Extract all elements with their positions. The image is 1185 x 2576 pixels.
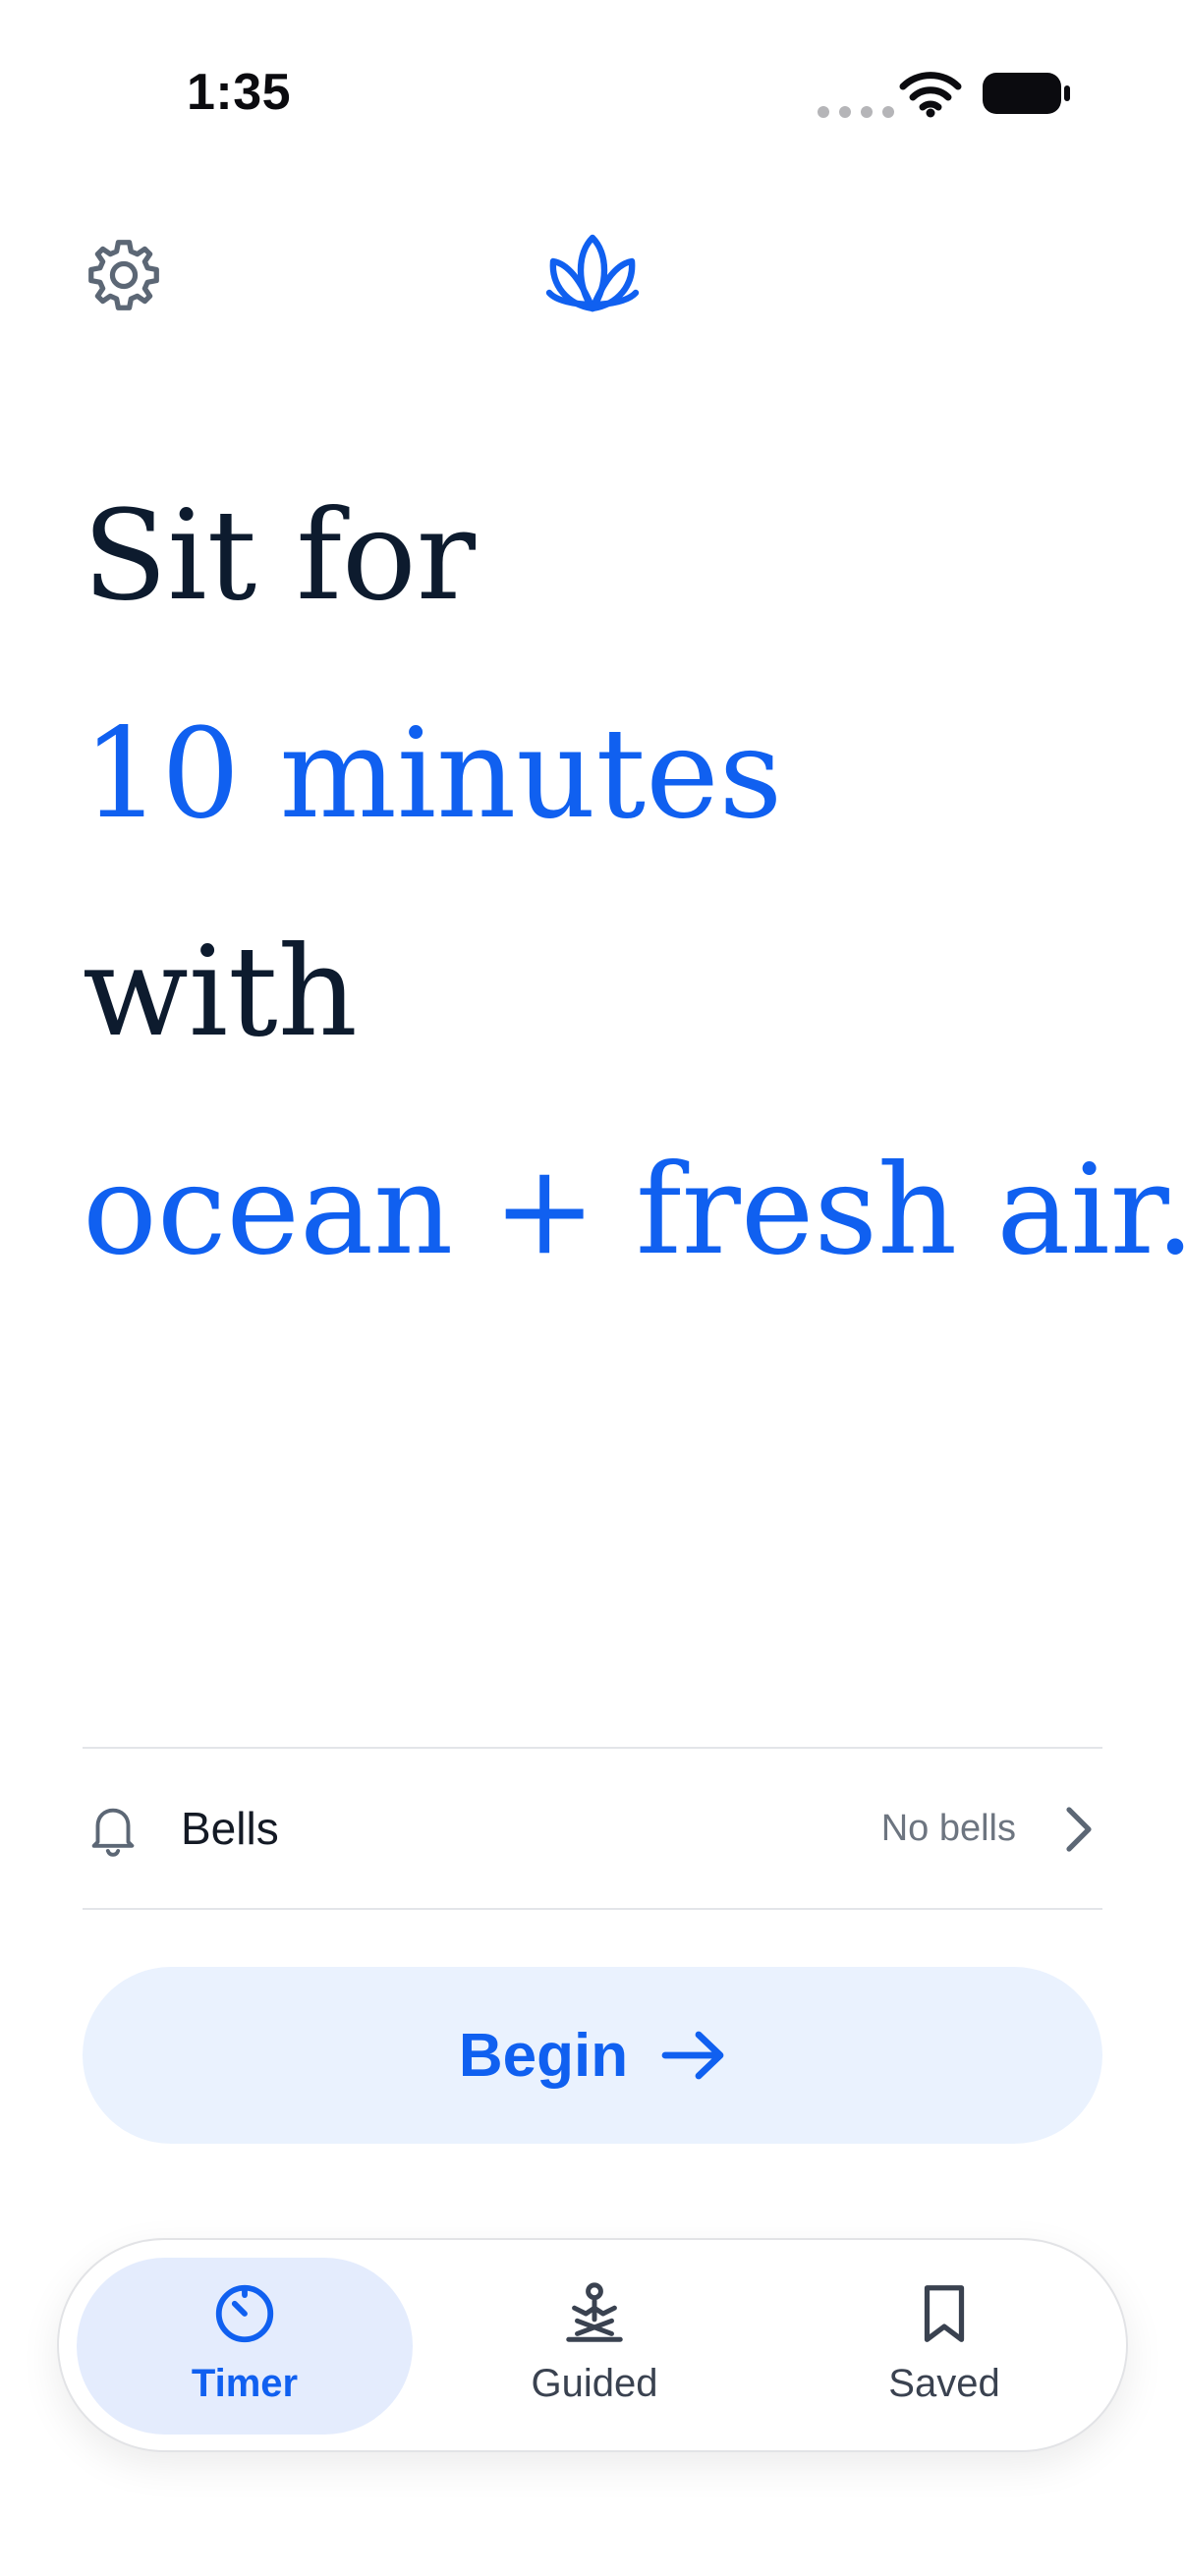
- begin-label: Begin: [458, 2021, 629, 2090]
- timer-summary-headline: Sit for 10 minutes with ocean + fresh ai…: [83, 447, 1185, 1319]
- status-time: 1:35: [187, 64, 292, 121]
- bells-value: No bells: [880, 1808, 1016, 1849]
- tab-bar: Timer Guided Saved: [57, 2238, 1128, 2452]
- bookmark-icon: [924, 2285, 965, 2342]
- headline-with: with: [83, 920, 358, 1064]
- bell-icon: [91, 1808, 135, 1857]
- battery-icon: [983, 73, 1070, 114]
- tab-label-guided: Guided: [531, 2362, 658, 2405]
- lotus-icon: [545, 234, 640, 312]
- divider-bottom: [83, 1908, 1102, 1910]
- arrow-right-icon: [661, 2031, 724, 2080]
- tab-guided[interactable]: Guided: [426, 2240, 762, 2450]
- timer-icon: [215, 2284, 274, 2343]
- headline-sit-for: Sit for: [83, 483, 477, 628]
- tab-saved[interactable]: Saved: [776, 2240, 1112, 2450]
- chevron-right-icon: [1066, 1807, 1092, 1852]
- meditation-icon: [566, 2282, 623, 2342]
- cellular-signal-icon: [818, 106, 894, 118]
- duration-selector[interactable]: 10 minutes: [83, 665, 1185, 883]
- gear-icon[interactable]: [83, 234, 165, 316]
- bells-label: Bells: [181, 1803, 279, 1854]
- bells-row[interactable]: Bells No bells: [83, 1749, 1102, 1908]
- wifi-icon: [899, 72, 962, 118]
- soundscape-selector[interactable]: ocean + fresh air.: [83, 1101, 1185, 1319]
- tab-label-saved: Saved: [888, 2362, 1000, 2405]
- tab-timer[interactable]: Timer: [77, 2240, 413, 2450]
- tab-label-timer: Timer: [191, 2362, 299, 2405]
- begin-button[interactable]: Begin: [83, 1967, 1102, 2144]
